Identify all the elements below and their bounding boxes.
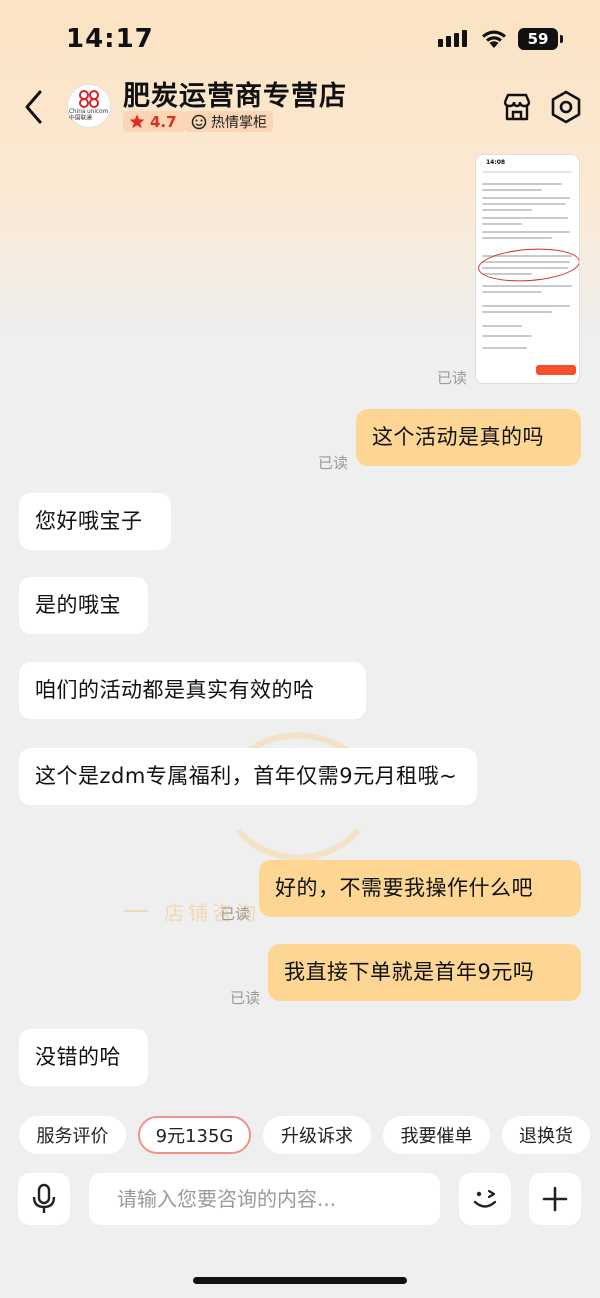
store-icon[interactable] [501, 91, 533, 123]
quick-reply-9yuan-135g[interactable]: 9元135G [138, 1116, 251, 1154]
red-highlight-circle [477, 245, 579, 285]
rating-badge: 4.7 [123, 111, 185, 132]
shop-name[interactable]: 肥炭运营商专营店 [123, 74, 347, 113]
quick-reply-urge-order[interactable]: 我要催单 [383, 1116, 490, 1154]
message-bubble-theirs: 没错的哈 [19, 1029, 148, 1086]
badge-label: 热情掌柜 [211, 114, 267, 131]
star-icon [129, 114, 145, 129]
battery-level: 59 [527, 30, 549, 48]
shop-logo[interactable]: China unicom中国联通 [67, 84, 111, 128]
home-indicator [193, 1277, 407, 1284]
shared-image-button [536, 365, 576, 375]
message-bubble-theirs: 咱们的活动都是真实有效的哈 [19, 662, 366, 719]
read-receipt: 已读 [230, 989, 261, 1007]
watermark-dash [124, 910, 148, 912]
hot-shopkeeper-badge: 热情掌柜 [185, 111, 273, 132]
settings-hexagon-icon[interactable] [550, 90, 582, 124]
message-bubble-theirs: 这个是zdm专属福利，首年仅需9元月租哦~ [19, 748, 477, 805]
message-bubble-mine: 好的，不需要我操作什么吧 [259, 860, 581, 917]
read-receipt: 已读 [220, 905, 251, 923]
voice-input-button[interactable] [18, 1173, 70, 1225]
shared-image-message[interactable]: 14:08 [475, 154, 580, 384]
emoji-wink-icon [473, 1189, 497, 1208]
message-bubble-theirs: 是的哦宝 [19, 577, 148, 634]
quick-reply-service-review[interactable]: 服务评价 [19, 1116, 126, 1154]
shared-image-time: 14:08 [486, 159, 506, 166]
message-bubble-mine: 这个活动是真的吗 [356, 409, 581, 466]
smile-face-icon [191, 114, 207, 129]
emoji-button[interactable] [459, 1173, 511, 1225]
back-chevron-icon[interactable] [20, 88, 50, 126]
rating-value: 4.7 [150, 112, 177, 131]
microphone-icon [32, 1183, 56, 1213]
battery-indicator: 59 [518, 28, 563, 50]
wifi-icon [482, 30, 506, 48]
logo-text: China unicom中国联通 [69, 108, 109, 122]
message-input[interactable] [89, 1173, 440, 1225]
read-receipt: 已读 [318, 454, 349, 472]
cellular-signal-icon [438, 30, 467, 47]
quick-reply-upgrade-request[interactable]: 升级诉求 [263, 1116, 371, 1154]
quick-reply-return-exchange[interactable]: 退换货 [502, 1116, 590, 1154]
status-time: 14:17 [66, 24, 154, 54]
message-bubble-mine: 我直接下单就是首年9元吗 [268, 944, 581, 1001]
plus-icon [542, 1186, 568, 1212]
more-actions-button[interactable] [529, 1173, 581, 1225]
read-receipt: 已读 [437, 369, 468, 387]
unicom-knot-icon [79, 90, 99, 108]
message-bubble-theirs: 您好哦宝子 [19, 493, 171, 550]
